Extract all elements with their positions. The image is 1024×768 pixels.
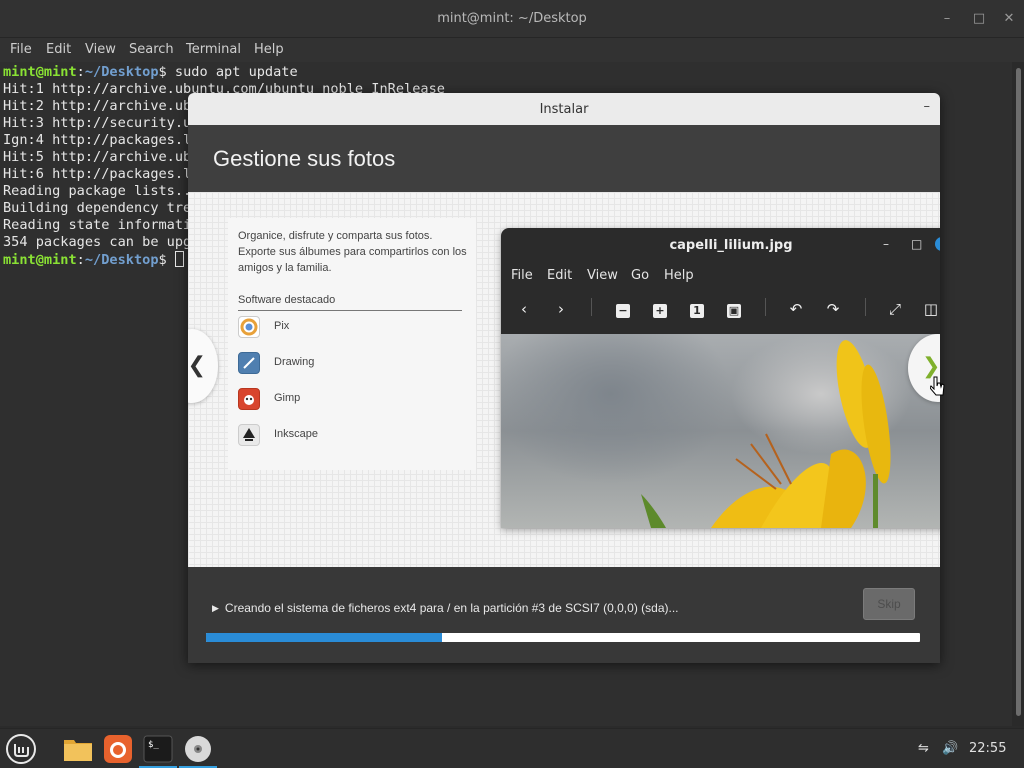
terminal-line: 354 packages can be upg	[3, 234, 192, 250]
installer-minimize-button[interactable]: –	[924, 99, 931, 114]
viewer-title: capelli_lilium.jpg	[669, 238, 793, 253]
expander-triangle-icon[interactable]: ▶	[212, 603, 219, 613]
terminal-line: Hit:5 http://archive.ub	[3, 149, 192, 165]
terminal-line: Reading state informati	[3, 217, 192, 233]
installer-footer: ▶ Creando el sistema de ficheros ext4 par…	[188, 567, 940, 663]
zoom-in-icon: +	[650, 300, 670, 318]
previous-slide-button[interactable]: ❮	[188, 329, 218, 403]
viewer-minimize-icon: –	[883, 237, 889, 251]
viewer-maximize-icon: □	[911, 237, 923, 251]
terminal-scrollbar[interactable]	[1012, 62, 1024, 726]
disc-icon	[185, 736, 211, 762]
terminal-line: Hit:2 http://archive.ub	[3, 98, 192, 114]
toolbar-separator	[765, 298, 766, 316]
slide-header: Gestione sus fotos	[188, 125, 940, 192]
description-panel: Organice, disfrute y comparta sus fotos.…	[228, 218, 476, 470]
terminal-line: Reading package lists..	[3, 183, 192, 199]
app-name: Inkscape	[274, 428, 319, 440]
zoom-fit-icon: ▣	[727, 304, 741, 318]
taskbar: $_ ⇋ 🔊 22:55	[0, 728, 1024, 768]
scrollbar-thumb[interactable]	[1016, 68, 1021, 716]
app-name: Pix	[274, 320, 290, 332]
app-name: Gimp	[274, 392, 301, 404]
installer-titlebar[interactable]: Instalar –	[188, 93, 940, 125]
menu-view[interactable]: View	[85, 42, 116, 57]
viewer-menu-help: Help	[664, 268, 694, 283]
zoom-out-icon: −	[613, 300, 633, 318]
gimp-icon	[238, 388, 260, 410]
menu-help[interactable]: Help	[254, 42, 284, 57]
terminal-line: Hit:3 http://security.u	[3, 115, 192, 131]
viewer-menu-file: File	[511, 268, 533, 283]
app-inkscape: Inkscape	[238, 424, 438, 448]
folder-icon	[64, 740, 92, 761]
progress-fill	[206, 633, 442, 642]
install-status[interactable]: ▶ Creando el sistema de ficheros ext4 par…	[212, 601, 679, 615]
viewer-menu-go: Go	[631, 268, 650, 283]
network-icon[interactable]: ⇋	[918, 741, 929, 756]
menu-button[interactable]	[5, 733, 37, 765]
terminal-menubar: File Edit View Search Terminal Help	[0, 38, 1024, 62]
menu-edit[interactable]: Edit	[46, 42, 71, 57]
menu-file[interactable]: File	[10, 42, 32, 57]
terminal-line: Building dependency tre	[3, 200, 192, 216]
terminal-title: mint@mint: ~/Desktop	[437, 11, 587, 26]
maximize-button[interactable]: □	[970, 10, 988, 28]
installer-task[interactable]	[182, 733, 214, 765]
installer-window: Instalar – Gestione sus fotos Organice, …	[188, 93, 940, 663]
app-gimp: Gimp	[238, 388, 438, 412]
chevron-left-icon: ❮	[188, 353, 206, 378]
rotate-right-icon: ↷	[826, 300, 840, 318]
zoom-normal-icon: 1	[687, 300, 707, 318]
minimize-button[interactable]: –	[938, 10, 956, 28]
svg-text:$_: $_	[148, 740, 159, 750]
slide-description: Organice, disfrute y comparta sus fotos.…	[238, 230, 467, 274]
viewer-menu-view: View	[587, 268, 618, 283]
text-cursor	[174, 251, 184, 267]
toolbar-separator	[865, 298, 866, 316]
rotate-left-icon: ↶	[789, 300, 803, 318]
terminal-prompt-line: mint@mint:~/Desktop$ sudo apt update	[3, 64, 298, 80]
menu-terminal[interactable]: Terminal	[186, 42, 241, 57]
close-button[interactable]: ✕	[1000, 10, 1018, 28]
slide-heading: Gestione sus fotos	[213, 146, 396, 171]
firefox-launcher[interactable]	[102, 733, 134, 765]
inkscape-icon	[238, 424, 260, 446]
slideshow: Organice, disfrute y comparta sus fotos.…	[188, 192, 940, 567]
slideshow-icon: ◫	[923, 300, 939, 318]
next-icon: ›	[558, 300, 564, 318]
toolbar-separator	[591, 298, 592, 316]
featured-software-heading: Software destacado	[238, 294, 462, 311]
install-progress-bar	[206, 633, 920, 642]
terminal-icon: $_	[143, 735, 173, 763]
firefox-icon	[104, 735, 132, 763]
terminal-task[interactable]: $_	[142, 733, 174, 765]
pix-icon	[238, 316, 260, 338]
terminal-line: Hit:6 http://packages.l	[3, 166, 192, 182]
previous-icon: ‹	[521, 300, 527, 318]
app-pix: Pix	[238, 316, 438, 340]
terminal-titlebar[interactable]: mint@mint: ~/Desktop – □ ✕	[0, 0, 1024, 38]
clock[interactable]: 22:55	[969, 741, 1006, 756]
install-status-text: Creando el sistema de ficheros ext4 para…	[224, 601, 679, 615]
image-viewer-screenshot: capelli_lilium.jpg – □ File Edit View Go…	[501, 228, 940, 528]
installer-title: Instalar	[539, 102, 589, 117]
mouse-pointer-icon	[930, 376, 945, 396]
files-launcher[interactable]	[62, 733, 94, 765]
lily-photo	[501, 334, 940, 528]
menu-search[interactable]: Search	[129, 42, 174, 57]
volume-icon[interactable]: 🔊	[942, 741, 958, 756]
mint-logo-icon	[6, 734, 36, 764]
fullscreen-icon: ⤢	[888, 300, 901, 318]
app-drawing: Drawing	[238, 352, 438, 376]
viewer-menu-edit: Edit	[547, 268, 573, 283]
app-name: Drawing	[274, 356, 315, 368]
skip-button[interactable]: Skip	[863, 588, 915, 620]
terminal-line: Ign:4 http://packages.l	[3, 132, 192, 148]
terminal-prompt-line: mint@mint:~/Desktop$	[3, 251, 184, 269]
drawing-icon	[238, 352, 260, 374]
